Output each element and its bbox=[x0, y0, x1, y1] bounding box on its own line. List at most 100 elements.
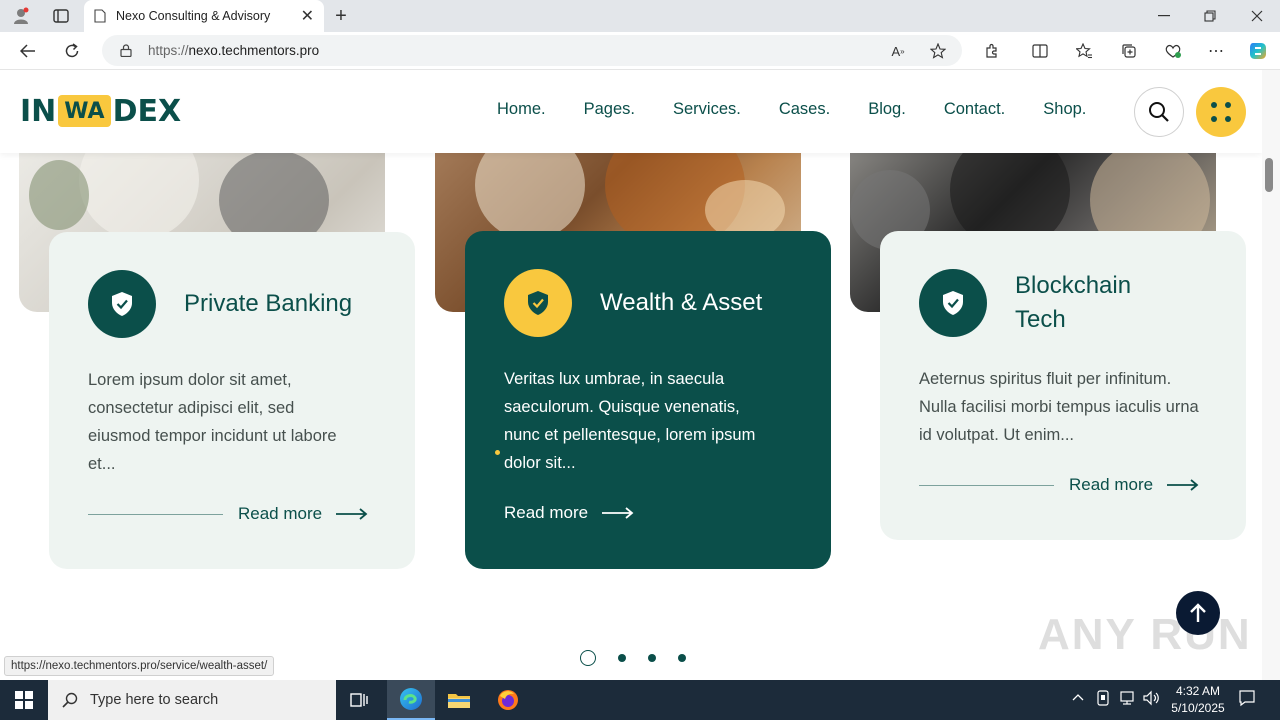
main-nav: Home. Pages. Services. Cases. Blog. Cont… bbox=[497, 100, 1124, 119]
close-tab-icon[interactable]: ✕ bbox=[301, 6, 314, 26]
minimize-icon[interactable] bbox=[1152, 5, 1176, 27]
nav-item-shop[interactable]: Shop. bbox=[1043, 100, 1086, 119]
arrow-right-icon bbox=[336, 508, 368, 520]
split-screen-icon[interactable] bbox=[1028, 39, 1052, 63]
slider-dot[interactable] bbox=[678, 654, 686, 662]
divider-line bbox=[919, 484, 1054, 486]
url-host: nexo.techmentors.pro bbox=[188, 43, 320, 58]
device-icon[interactable] bbox=[1096, 690, 1110, 709]
browser-essentials-icon[interactable] bbox=[1161, 39, 1185, 63]
browser-toolbar: https://nexo.techmentors.pro A» ⋯ bbox=[0, 32, 1280, 70]
search-icon bbox=[62, 692, 78, 708]
shield-check-icon bbox=[504, 269, 572, 337]
browser-tab[interactable]: Nexo Consulting & Advisory ✕ bbox=[84, 0, 324, 32]
start-button[interactable] bbox=[0, 680, 48, 720]
arrow-right-icon bbox=[1167, 479, 1199, 491]
collections-icon[interactable] bbox=[1117, 39, 1141, 63]
more-options-icon[interactable]: ⋯ bbox=[1204, 39, 1228, 63]
grid-dot-icon bbox=[1225, 102, 1231, 108]
taskbar-search-placeholder: Type here to search bbox=[90, 692, 219, 708]
card-title[interactable]: Blockchain Tech bbox=[1015, 269, 1175, 337]
read-more-label[interactable]: Read more bbox=[504, 503, 588, 523]
read-more-link[interactable]: Read more bbox=[919, 473, 1207, 497]
file-explorer-icon[interactable] bbox=[435, 680, 483, 720]
read-more-link[interactable]: Read more bbox=[504, 501, 792, 525]
grid-dot-icon bbox=[1211, 116, 1217, 122]
scrollbar-thumb[interactable] bbox=[1265, 158, 1273, 192]
arrow-up-icon bbox=[1190, 603, 1206, 622]
favorites-icon[interactable] bbox=[1072, 39, 1096, 63]
show-hidden-icons-icon[interactable] bbox=[1072, 690, 1084, 705]
slider-dot[interactable] bbox=[648, 654, 656, 662]
card-description: Lorem ipsum dolor sit amet, consectetur … bbox=[88, 371, 337, 473]
tab-actions-icon[interactable] bbox=[48, 5, 74, 27]
slider-dot[interactable] bbox=[618, 654, 626, 662]
nav-item-cases[interactable]: Cases. bbox=[779, 100, 830, 119]
read-aloud-icon[interactable]: A» bbox=[888, 41, 908, 61]
url-scheme: https:// bbox=[148, 43, 189, 58]
watermark-logo: ANY RUN bbox=[1038, 610, 1252, 659]
edge-taskbar-icon[interactable] bbox=[387, 680, 435, 720]
shield-check-icon bbox=[88, 270, 156, 338]
logo-text-mid: WA bbox=[58, 95, 111, 127]
status-link-preview: https://nexo.techmentors.pro/service/wea… bbox=[4, 656, 275, 676]
task-view-icon[interactable] bbox=[336, 680, 384, 720]
copilot-icon[interactable] bbox=[1245, 38, 1271, 64]
page-icon bbox=[94, 9, 106, 23]
favorite-star-icon[interactable] bbox=[928, 41, 948, 61]
new-tab-icon[interactable]: + bbox=[330, 5, 352, 27]
volume-icon[interactable] bbox=[1142, 690, 1160, 709]
card-title[interactable]: Wealth & Asset bbox=[600, 286, 762, 320]
grid-dot-icon bbox=[1211, 102, 1217, 108]
divider-line bbox=[88, 513, 223, 515]
logo-text-right: DEX bbox=[112, 93, 182, 129]
site-header: IN WA DEX Home. Pages. Services. Cases. … bbox=[0, 70, 1262, 153]
service-card-private-banking[interactable]: Private Banking Lorem ipsum dolor sit am… bbox=[49, 232, 415, 569]
extensions-icon[interactable] bbox=[980, 39, 1004, 63]
browser-tab-strip: Nexo Consulting & Advisory ✕ + bbox=[0, 0, 1280, 32]
read-more-label[interactable]: Read more bbox=[238, 504, 322, 524]
back-to-top-button[interactable] bbox=[1176, 591, 1220, 635]
search-icon bbox=[1149, 102, 1169, 122]
refresh-icon[interactable] bbox=[60, 39, 84, 63]
page-viewport: IN WA DEX Home. Pages. Services. Cases. … bbox=[0, 70, 1262, 680]
nav-item-services[interactable]: Services. bbox=[673, 100, 741, 119]
site-logo[interactable]: IN WA DEX bbox=[20, 93, 182, 129]
slider-pagination bbox=[580, 650, 708, 666]
cursor-dot bbox=[495, 450, 500, 455]
card-description: Aeternus spiritus fluit per infinitum. N… bbox=[919, 370, 1199, 444]
service-card-wealth-asset[interactable]: Wealth & Asset Veritas lux umbrae, in sa… bbox=[465, 231, 831, 569]
clock-time: 4:32 AM bbox=[1175, 684, 1221, 698]
system-clock[interactable]: 4:32 AM 5/10/2025 bbox=[1166, 683, 1230, 717]
windows-taskbar: Type here to search 4:32 AM 5/10/2025 bbox=[0, 680, 1280, 720]
nav-item-contact[interactable]: Contact. bbox=[944, 100, 1005, 119]
taskbar-search[interactable]: Type here to search bbox=[48, 680, 336, 720]
tab-title: Nexo Consulting & Advisory bbox=[116, 9, 271, 23]
card-description: Veritas lux umbrae, in saecula saeculoru… bbox=[504, 370, 756, 472]
clock-date: 5/10/2025 bbox=[1171, 701, 1225, 715]
close-window-icon[interactable] bbox=[1245, 5, 1269, 27]
windows-logo-icon bbox=[15, 691, 33, 709]
logo-text-left: IN bbox=[20, 93, 57, 129]
profile-icon[interactable] bbox=[8, 5, 34, 27]
menu-grid-button[interactable] bbox=[1196, 87, 1246, 137]
network-icon[interactable] bbox=[1118, 690, 1136, 709]
card-title[interactable]: Private Banking bbox=[184, 287, 352, 321]
search-button[interactable] bbox=[1134, 87, 1184, 137]
lock-icon[interactable] bbox=[120, 44, 132, 57]
address-field[interactable]: https://nexo.techmentors.pro A» bbox=[102, 35, 962, 66]
nav-item-pages[interactable]: Pages. bbox=[584, 100, 635, 119]
nav-item-home[interactable]: Home. bbox=[497, 100, 546, 119]
service-card-blockchain-tech[interactable]: Blockchain Tech Aeternus spiritus fluit … bbox=[880, 231, 1246, 540]
back-icon[interactable] bbox=[16, 39, 40, 63]
restore-icon[interactable] bbox=[1198, 5, 1222, 27]
nav-item-blog[interactable]: Blog. bbox=[868, 100, 906, 119]
slider-dot[interactable] bbox=[580, 650, 596, 666]
firefox-icon[interactable] bbox=[484, 680, 532, 720]
grid-dot-icon bbox=[1225, 116, 1231, 122]
read-more-label[interactable]: Read more bbox=[1069, 475, 1153, 495]
shield-check-icon bbox=[919, 269, 987, 337]
read-more-link[interactable]: Read more bbox=[88, 502, 376, 526]
arrow-right-icon bbox=[602, 507, 634, 519]
notifications-icon[interactable] bbox=[1238, 689, 1256, 710]
